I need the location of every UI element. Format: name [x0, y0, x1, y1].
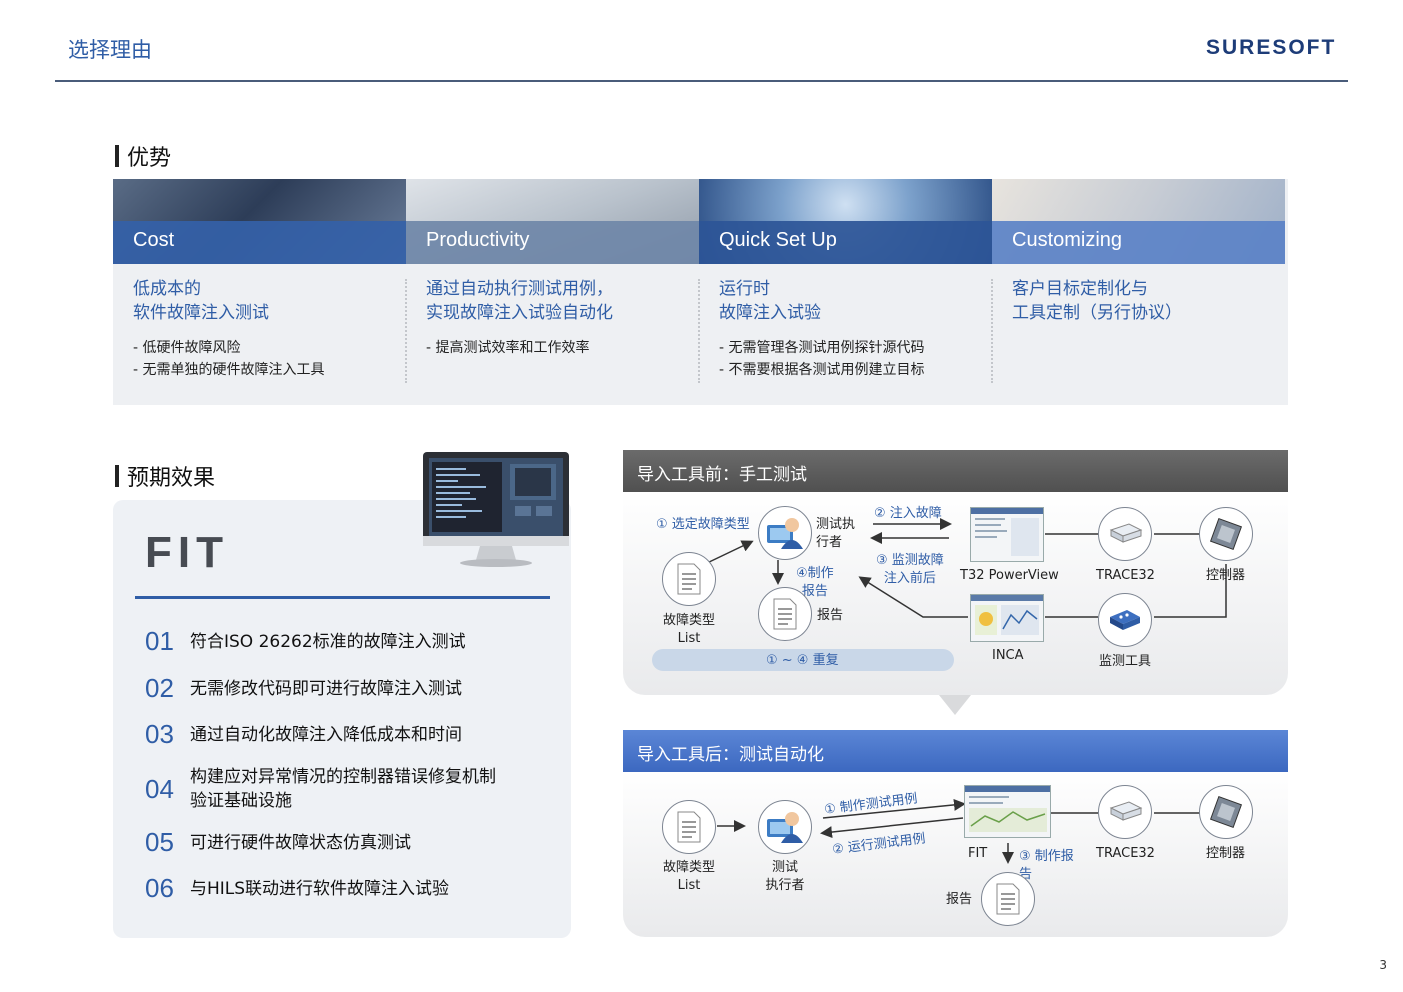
monitor-illustration — [420, 450, 572, 570]
controller-label: 控制器 — [1206, 846, 1246, 861]
advantage-label: Productivity — [426, 229, 530, 251]
fit-item: 02 无需修改代码即可进行故障注入测试 — [145, 673, 462, 704]
section-marker — [115, 145, 119, 167]
controller-icon — [1199, 785, 1253, 839]
section-title-text: 预期效果 — [127, 466, 216, 491]
monitor-tool-icon — [1098, 593, 1152, 647]
fit-title: FIT — [145, 528, 229, 577]
advantages-panel: Cost 低成本的 软件故障注入测试 - 低硬件故障风险 - 无需单独的硬件故障注入… — [113, 179, 1288, 405]
tester-icon — [758, 506, 812, 560]
fit-tool-label: FIT — [968, 846, 988, 861]
fit-item: 01 符合ISO 26262标准的故障注入测试 — [145, 626, 466, 657]
fit-item-text: 无需修改代码即可进行故障注入测试 — [190, 678, 462, 699]
fit-item-text: 与HILS联动进行软件故障注入试验 — [190, 878, 450, 899]
advantage-quick-setup: Quick Set Up 运行时 故障注入试验 - 无需管理各测试用例探针源代码 -… — [699, 179, 992, 405]
report-label: 报告 — [946, 892, 973, 907]
t32-label: T32 PowerView — [960, 568, 1059, 583]
inca-screenshot — [970, 594, 1044, 642]
advantage-main-text: 通过自动执行测试用例， 实现故障注入试验自动化 — [426, 279, 613, 323]
report-icon — [981, 872, 1035, 926]
advantage-main-text: 客户目标定制化与 工具定制（另行协议） — [1012, 279, 1182, 323]
advantage-main-text: 低成本的 软件故障注入测试 — [133, 279, 269, 323]
fit-item-text: 可进行硬件故障状态仿真测试 — [190, 832, 411, 853]
fit-item-number: 01 — [145, 626, 174, 656]
after-connectors — [717, 798, 1201, 864]
tester-label: 测试执行者 — [816, 517, 856, 550]
advantage-bullets: - 提高测试效率和工作效率 — [426, 340, 590, 356]
advantage-productivity: Productivity 通过自动执行测试用例， 实现故障注入试验自动化 - 提高… — [406, 179, 699, 405]
section-title-expected: 预期效果 — [115, 460, 215, 492]
controller-icon — [1199, 507, 1253, 561]
fit-item: 03 通过自动化故障注入降低成本和时间 — [145, 719, 462, 750]
t32-screenshot — [970, 507, 1044, 562]
trace32-label: TRACE32 — [1096, 568, 1155, 583]
advantage-label: Cost — [133, 229, 175, 251]
fit-item-text: 符合ISO 26262标准的故障注入测试 — [190, 631, 466, 652]
advantage-customizing: Customizing 客户目标定制化与 工具定制（另行协议） — [992, 179, 1285, 405]
section-title-text: 优势 — [127, 146, 172, 171]
before-step3: ③ 监测故障 注入前后 — [876, 553, 944, 586]
fault-list-icon — [662, 800, 716, 854]
report-label: 报告 — [817, 608, 844, 623]
fit-item-number: 03 — [145, 719, 174, 749]
fault-list-label: 故障类型 List — [662, 613, 715, 646]
tester-label: 测试执行者 — [765, 860, 805, 893]
inca-label: INCA — [992, 648, 1024, 663]
suresoft-logo: SURESOFT — [1206, 36, 1337, 59]
trace32-label: TRACE32 — [1096, 846, 1155, 861]
advantage-label: Customizing — [1012, 229, 1123, 251]
section-title-advantages: 优势 — [115, 140, 171, 172]
fit-item-text: 构建应对异常情况的控制器错误修复机制 验证基础设施 — [190, 767, 496, 811]
advantage-label: Quick Set Up — [719, 229, 837, 251]
page-number: 3 — [1379, 958, 1387, 972]
repeat-label: ① ~ ④ 重复 — [766, 653, 839, 668]
fault-list-icon — [662, 552, 716, 606]
controller-label: 控制器 — [1206, 568, 1246, 583]
fit-item: 04 构建应对异常情况的控制器错误修复机制 验证基础设施 — [145, 765, 496, 813]
advantage-bullets: - 无需管理各测试用例探针源代码 - 不需要根据各测试用例建立目标 — [719, 340, 925, 378]
trace32-icon — [1098, 785, 1152, 839]
report-icon — [758, 587, 812, 641]
advantage-cost: Cost 低成本的 软件故障注入测试 - 低硬件故障风险 - 无需单独的硬件故障注入… — [113, 179, 406, 405]
advantage-bullets: - 低硬件故障风险 - 无需单独的硬件故障注入工具 — [133, 340, 325, 378]
fit-item-text: 通过自动化故障注入降低成本和时间 — [190, 724, 462, 745]
section-marker — [115, 465, 119, 487]
fit-item-number: 04 — [145, 773, 174, 804]
after-header: 导入工具后：测试自动化 — [623, 730, 1288, 772]
fit-item-number: 02 — [145, 673, 174, 703]
after-step3: ③ 制作报告 — [1019, 849, 1074, 882]
monitor-tool-label: 监测工具 — [1099, 654, 1152, 669]
fit-item: 06 与HILS联动进行软件故障注入试验 — [145, 873, 449, 904]
fit-divider — [135, 596, 550, 599]
fit-item-number: 05 — [145, 827, 174, 857]
fit-screenshot — [964, 785, 1051, 838]
tester-icon — [758, 800, 812, 854]
fit-item-number: 06 — [145, 873, 174, 903]
advantage-main-text: 运行时 故障注入试验 — [719, 279, 821, 323]
header-divider — [55, 80, 1348, 82]
fit-item: 05 可进行硬件故障状态仿真测试 — [145, 827, 411, 858]
before-step1: ① 选定故障类型 — [656, 517, 750, 532]
before-header: 导入工具前：手工测试 — [623, 450, 1288, 492]
fault-list-label: 故障类型 List — [662, 860, 715, 893]
page-title: 选择理由 — [68, 38, 152, 62]
trace32-icon — [1098, 507, 1152, 561]
before-step2: ② 注入故障 — [874, 506, 942, 521]
